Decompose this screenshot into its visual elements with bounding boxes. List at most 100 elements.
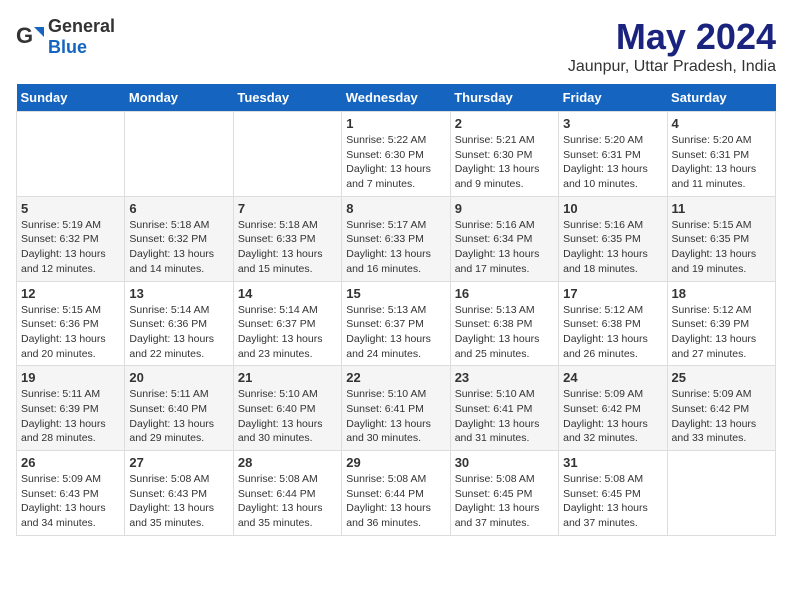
calendar-cell: 4 Sunrise: 5:20 AM Sunset: 6:31 PM Daylig… [667, 112, 775, 197]
calendar-cell: 24 Sunrise: 5:09 AM Sunset: 6:42 PM Dayli… [559, 366, 667, 451]
day-number: 23 [455, 370, 554, 385]
day-number: 14 [238, 286, 337, 301]
day-info: Sunrise: 5:14 AM Sunset: 6:37 PM Dayligh… [238, 303, 337, 362]
calendar-cell: 10 Sunrise: 5:16 AM Sunset: 6:35 PM Dayli… [559, 196, 667, 281]
day-number: 12 [21, 286, 120, 301]
calendar-cell: 7Sunrise: 5:18 AM Sunset: 6:33 PM Daylig… [233, 196, 341, 281]
calendar-cell: 17 Sunrise: 5:12 AM Sunset: 6:38 PM Dayli… [559, 281, 667, 366]
day-number: 27 [129, 455, 228, 470]
calendar-cell [17, 112, 125, 197]
calendar-week-row: 5 Sunrise: 5:19 AM Sunset: 6:32 PM Daylig… [17, 196, 776, 281]
day-number: 30 [455, 455, 554, 470]
day-info: Sunrise: 5:11 AM Sunset: 6:40 PM Dayligh… [129, 387, 228, 446]
day-number: 17 [563, 286, 662, 301]
header-area: G General Blue May 2024 Jaunpur, Uttar P… [16, 16, 776, 76]
calendar-cell [667, 451, 775, 536]
day-number: 4 [672, 116, 771, 131]
day-number: 22 [346, 370, 445, 385]
calendar-cell: 1Sunrise: 5:22 AM Sunset: 6:30 PM Daylig… [342, 112, 450, 197]
logo-icon: G [16, 23, 44, 51]
day-info: Sunrise: 5:20 AM Sunset: 6:31 PM Dayligh… [672, 133, 771, 192]
day-number: 9 [455, 201, 554, 216]
calendar-cell: 13 Sunrise: 5:14 AM Sunset: 6:36 PM Dayli… [125, 281, 233, 366]
day-of-week-header: Friday [559, 84, 667, 112]
calendar-cell [125, 112, 233, 197]
calendar-cell: 21 Sunrise: 5:10 AM Sunset: 6:40 PM Dayli… [233, 366, 341, 451]
day-number: 26 [21, 455, 120, 470]
day-info: Sunrise: 5:10 AM Sunset: 6:40 PM Dayligh… [238, 387, 337, 446]
day-number: 13 [129, 286, 228, 301]
day-info: Sunrise: 5:14 AM Sunset: 6:36 PM Dayligh… [129, 303, 228, 362]
day-info: Sunrise: 5:18 AM Sunset: 6:33 PM Dayligh… [238, 218, 337, 277]
day-number: 2 [455, 116, 554, 131]
calendar-cell: 26Sunrise: 5:09 AM Sunset: 6:43 PM Dayli… [17, 451, 125, 536]
day-number: 25 [672, 370, 771, 385]
day-info: Sunrise: 5:22 AM Sunset: 6:30 PM Dayligh… [346, 133, 445, 192]
day-info: Sunrise: 5:08 AM Sunset: 6:44 PM Dayligh… [238, 472, 337, 531]
day-number: 24 [563, 370, 662, 385]
day-number: 18 [672, 286, 771, 301]
calendar-cell: 25 Sunrise: 5:09 AM Sunset: 6:42 PM Dayli… [667, 366, 775, 451]
calendar-week-row: 26Sunrise: 5:09 AM Sunset: 6:43 PM Dayli… [17, 451, 776, 536]
calendar-cell: 14 Sunrise: 5:14 AM Sunset: 6:37 PM Dayli… [233, 281, 341, 366]
day-info: Sunrise: 5:12 AM Sunset: 6:39 PM Dayligh… [672, 303, 771, 362]
day-number: 19 [21, 370, 120, 385]
svg-text:G: G [16, 23, 33, 48]
day-info: Sunrise: 5:09 AM Sunset: 6:42 PM Dayligh… [672, 387, 771, 446]
calendar-cell: 9 Sunrise: 5:16 AM Sunset: 6:34 PM Daylig… [450, 196, 558, 281]
day-number: 31 [563, 455, 662, 470]
day-number: 3 [563, 116, 662, 131]
calendar-cell: 2Sunrise: 5:21 AM Sunset: 6:30 PM Daylig… [450, 112, 558, 197]
day-info: Sunrise: 5:10 AM Sunset: 6:41 PM Dayligh… [455, 387, 554, 446]
day-info: Sunrise: 5:16 AM Sunset: 6:35 PM Dayligh… [563, 218, 662, 277]
calendar-cell: 23 Sunrise: 5:10 AM Sunset: 6:41 PM Dayli… [450, 366, 558, 451]
day-info: Sunrise: 5:11 AM Sunset: 6:39 PM Dayligh… [21, 387, 120, 446]
calendar-cell: 30Sunrise: 5:08 AM Sunset: 6:45 PM Dayli… [450, 451, 558, 536]
day-info: Sunrise: 5:17 AM Sunset: 6:33 PM Dayligh… [346, 218, 445, 277]
day-info: Sunrise: 5:08 AM Sunset: 6:44 PM Dayligh… [346, 472, 445, 531]
day-info: Sunrise: 5:13 AM Sunset: 6:37 PM Dayligh… [346, 303, 445, 362]
day-info: Sunrise: 5:15 AM Sunset: 6:35 PM Dayligh… [672, 218, 771, 277]
calendar-cell: 12Sunrise: 5:15 AM Sunset: 6:36 PM Dayli… [17, 281, 125, 366]
day-info: Sunrise: 5:13 AM Sunset: 6:38 PM Dayligh… [455, 303, 554, 362]
calendar-cell: 27Sunrise: 5:08 AM Sunset: 6:43 PM Dayli… [125, 451, 233, 536]
calendar-cell: 19 Sunrise: 5:11 AM Sunset: 6:39 PM Dayli… [17, 366, 125, 451]
day-number: 29 [346, 455, 445, 470]
calendar-cell: 8Sunrise: 5:17 AM Sunset: 6:33 PM Daylig… [342, 196, 450, 281]
calendar-cell: 29 Sunrise: 5:08 AM Sunset: 6:44 PM Dayli… [342, 451, 450, 536]
day-number: 11 [672, 201, 771, 216]
day-info: Sunrise: 5:12 AM Sunset: 6:38 PM Dayligh… [563, 303, 662, 362]
logo: G General Blue [16, 16, 115, 58]
day-number: 28 [238, 455, 337, 470]
day-of-week-header: Wednesday [342, 84, 450, 112]
day-of-week-header: Sunday [17, 84, 125, 112]
calendar-cell: 6Sunrise: 5:18 AM Sunset: 6:32 PM Daylig… [125, 196, 233, 281]
calendar-week-row: 12Sunrise: 5:15 AM Sunset: 6:36 PM Dayli… [17, 281, 776, 366]
calendar-cell: 18 Sunrise: 5:12 AM Sunset: 6:39 PM Dayli… [667, 281, 775, 366]
day-info: Sunrise: 5:18 AM Sunset: 6:32 PM Dayligh… [129, 218, 228, 277]
day-info: Sunrise: 5:08 AM Sunset: 6:45 PM Dayligh… [563, 472, 662, 531]
calendar-week-row: 1Sunrise: 5:22 AM Sunset: 6:30 PM Daylig… [17, 112, 776, 197]
day-info: Sunrise: 5:20 AM Sunset: 6:31 PM Dayligh… [563, 133, 662, 192]
logo-blue: Blue [48, 37, 87, 57]
calendar-cell: 15Sunrise: 5:13 AM Sunset: 6:37 PM Dayli… [342, 281, 450, 366]
location: Jaunpur, Uttar Pradesh, India [568, 58, 776, 76]
day-info: Sunrise: 5:09 AM Sunset: 6:42 PM Dayligh… [563, 387, 662, 446]
day-info: Sunrise: 5:16 AM Sunset: 6:34 PM Dayligh… [455, 218, 554, 277]
calendar-cell: 20Sunrise: 5:11 AM Sunset: 6:40 PM Dayli… [125, 366, 233, 451]
calendar-cell: 11 Sunrise: 5:15 AM Sunset: 6:35 PM Dayli… [667, 196, 775, 281]
day-of-week-header: Monday [125, 84, 233, 112]
day-info: Sunrise: 5:10 AM Sunset: 6:41 PM Dayligh… [346, 387, 445, 446]
calendar-cell: 22 Sunrise: 5:10 AM Sunset: 6:41 PM Dayli… [342, 366, 450, 451]
calendar-cell: 3 Sunrise: 5:20 AM Sunset: 6:31 PM Daylig… [559, 112, 667, 197]
calendar-cell: 28 Sunrise: 5:08 AM Sunset: 6:44 PM Dayli… [233, 451, 341, 536]
day-number: 21 [238, 370, 337, 385]
day-number: 10 [563, 201, 662, 216]
month-year: May 2024 [568, 16, 776, 58]
calendar-cell: 16Sunrise: 5:13 AM Sunset: 6:38 PM Dayli… [450, 281, 558, 366]
day-info: Sunrise: 5:19 AM Sunset: 6:32 PM Dayligh… [21, 218, 120, 277]
day-of-week-header: Saturday [667, 84, 775, 112]
calendar-week-row: 19 Sunrise: 5:11 AM Sunset: 6:39 PM Dayli… [17, 366, 776, 451]
logo-general: General [48, 16, 115, 36]
day-number: 5 [21, 201, 120, 216]
